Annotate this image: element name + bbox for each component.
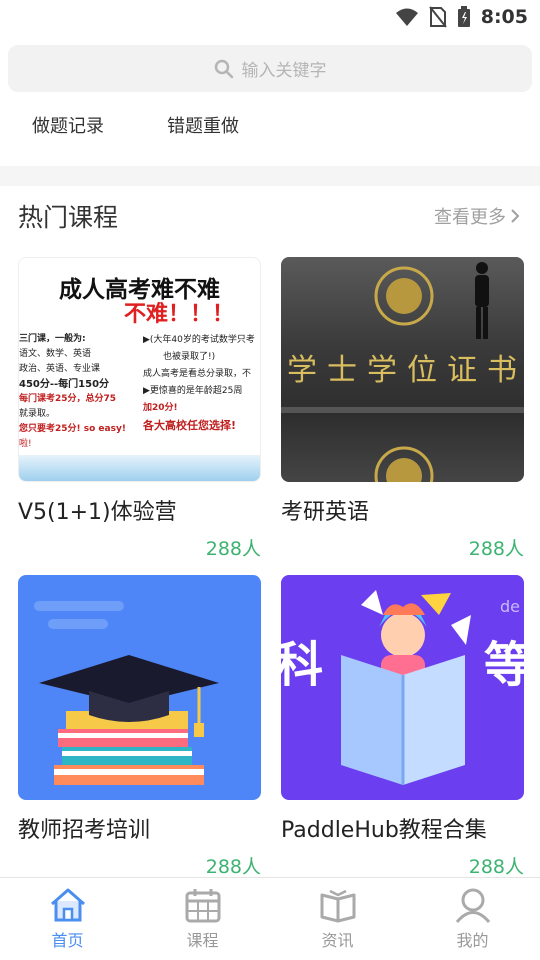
- home-icon: [50, 888, 85, 922]
- no-sim-icon: [428, 6, 447, 28]
- practice-record-link[interactable]: 做题记录: [32, 112, 104, 138]
- thumb-right-char: 等: [483, 637, 524, 693]
- bottom-tab-bar: 首页 课程 资讯 我的: [0, 877, 540, 960]
- calendar-icon: [185, 889, 220, 923]
- view-more-link[interactable]: 查看更多: [434, 203, 520, 229]
- tab-label: 首页: [51, 931, 84, 950]
- search-icon: [214, 59, 233, 78]
- status-time: 8:05: [480, 6, 528, 28]
- reading-book-icon: [341, 590, 471, 785]
- thumb-left-text: 三门课，一般为: 语文、数学、英语 政治、英语、专业课 450分--每门150分…: [19, 334, 126, 449]
- redo-mistakes-link[interactable]: 错题重做: [167, 112, 239, 138]
- course-count: 288人: [205, 856, 261, 878]
- thumb-subhead: 不难！！！: [124, 302, 235, 327]
- course-thumbnail[interactable]: 学士学位证书: [281, 257, 524, 482]
- search-input[interactable]: 输入关键字: [242, 56, 327, 81]
- thumb-wave: [19, 455, 260, 481]
- user-icon: [455, 888, 490, 923]
- course-thumbnail[interactable]: 成人高考难不难 不难！！！ 三门课，一般为: 语文、数学、英语 政治、英语、专业…: [18, 257, 261, 482]
- decor-bar: [48, 619, 108, 629]
- section-divider: [0, 166, 540, 186]
- course-count: 288人: [468, 538, 524, 560]
- chevron-right-icon: [511, 209, 520, 223]
- course-card[interactable]: 成人高考难不难 不难！！！ 三门课，一般为: 语文、数学、英语 政治、英语、专业…: [18, 257, 261, 561]
- thumb-left-char: 科: [281, 637, 324, 693]
- tab-news[interactable]: 资讯: [270, 878, 405, 960]
- thumb-corner-text: de: [500, 597, 520, 616]
- course-card[interactable]: 学士学位证书 考研英语 288人: [281, 257, 524, 561]
- status-bar: 8:05: [0, 0, 540, 38]
- status-icons: 8:05: [395, 6, 528, 28]
- tab-label: 课程: [186, 931, 219, 950]
- thumb-edge: [281, 407, 524, 413]
- decor-bar: [34, 601, 124, 611]
- course-card[interactable]: 科 等 de PaddleHub教程合集 288人: [281, 575, 524, 879]
- person-figure-icon: [475, 262, 489, 339]
- tab-label: 资讯: [321, 931, 354, 950]
- thumb-right-text: ▶(大年40岁的考试数学只考 也被录取了!) 成人高考是看总分录取，不 ▶更惊喜…: [143, 335, 255, 432]
- quick-links: 做题记录 错题重做: [0, 112, 540, 142]
- course-thumbnail[interactable]: 科 等 de: [281, 575, 524, 800]
- tab-label: 我的: [456, 931, 489, 950]
- course-count: 288人: [468, 856, 524, 878]
- search-bar[interactable]: 输入关键字: [8, 45, 532, 92]
- thumb-certificate-text: 学士学位证书: [287, 353, 524, 388]
- tab-courses[interactable]: 课程: [135, 878, 270, 960]
- tab-home[interactable]: 首页: [0, 878, 135, 960]
- graduation-books-icon: [39, 655, 219, 785]
- course-title[interactable]: 考研英语: [281, 494, 524, 526]
- course-title[interactable]: 教师招考培训: [18, 812, 261, 844]
- wifi-icon: [395, 8, 418, 26]
- course-count: 288人: [205, 538, 261, 560]
- emblem-icon: [374, 266, 434, 326]
- course-card[interactable]: 教师招考培训 288人: [18, 575, 261, 879]
- section-title: 热门课程: [18, 203, 119, 232]
- course-title[interactable]: PaddleHub教程合集: [281, 812, 524, 844]
- book-icon: [320, 889, 355, 923]
- course-thumbnail[interactable]: [18, 575, 261, 800]
- tab-profile[interactable]: 我的: [405, 878, 540, 960]
- course-title[interactable]: V5(1+1)体验营: [18, 494, 261, 526]
- emblem-icon: [374, 446, 434, 482]
- battery-icon: [457, 6, 470, 27]
- view-more-label: 查看更多: [434, 207, 506, 228]
